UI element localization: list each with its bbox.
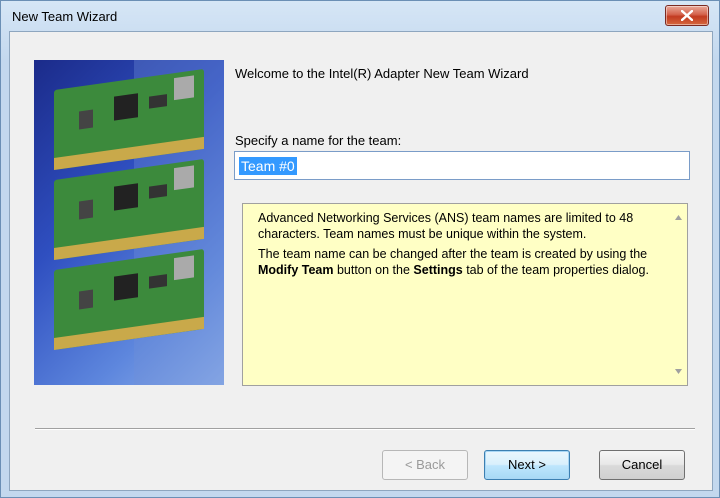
modify-team-emphasis: Modify Team [258,263,334,277]
info-paragraph-2: The team name can be changed after the t… [258,246,666,278]
title-bar[interactable]: New Team Wizard [1,1,719,31]
team-name-label: Specify a name for the team: [235,133,402,148]
info-text: Advanced Networking Services (ANS) team … [258,210,666,282]
team-name-input[interactable]: Team #0 [234,151,690,180]
back-button[interactable]: < Back [382,450,468,480]
info-paragraph-1: Advanced Networking Services (ANS) team … [258,211,634,241]
wizard-client-area: Welcome to the Intel(R) Adapter New Team… [9,31,713,491]
close-button[interactable] [665,5,709,26]
scroll-down-arrow-icon[interactable] [675,369,682,374]
network-adapter-image [34,60,224,385]
window-title: New Team Wizard [12,9,118,24]
button-divider [35,428,695,430]
settings-emphasis: Settings [413,263,463,277]
next-button[interactable]: Next > [484,450,570,480]
cancel-button[interactable]: Cancel [599,450,685,480]
info-text-part: button on the [333,263,414,277]
welcome-text: Welcome to the Intel(R) Adapter New Team… [235,66,529,81]
wizard-window: New Team Wizard Welcome to the Intel(R) … [0,0,720,498]
scroll-up-arrow-icon[interactable] [675,215,682,220]
vertical-scrollbar[interactable] [670,204,687,385]
team-name-value: Team #0 [239,157,297,175]
info-text-part: tab of the team properties dialog. [462,263,649,277]
close-icon [681,10,693,21]
info-text-part: The team name can be changed after the t… [258,247,648,261]
info-text-box[interactable]: Advanced Networking Services (ANS) team … [242,203,688,386]
